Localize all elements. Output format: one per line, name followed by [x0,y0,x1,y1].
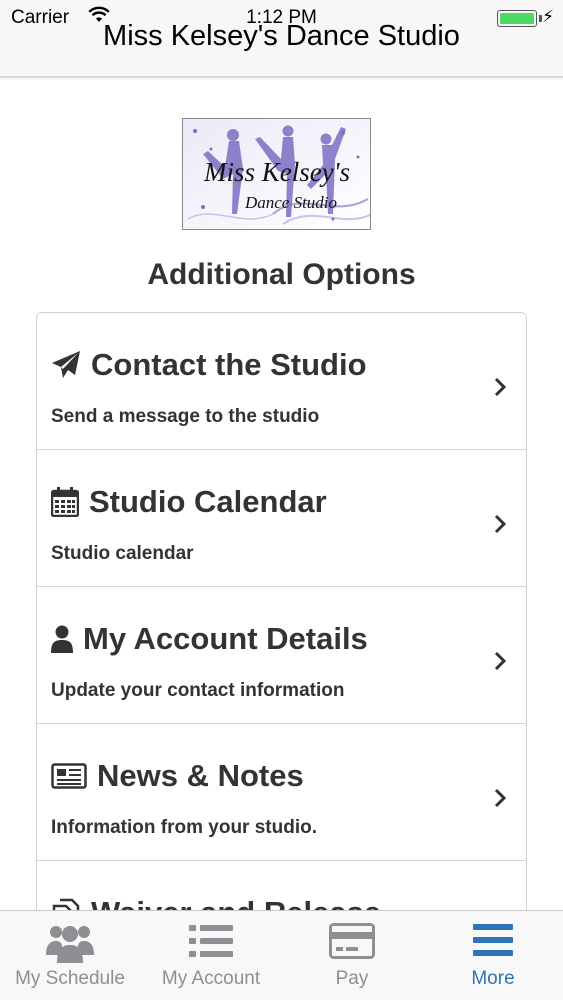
newspaper-icon [51,763,87,789]
section-heading: Additional Options [147,258,416,291]
main-content[interactable]: Miss Kelsey's Dance Studio Additional Op… [0,80,563,910]
option-title-text: Waiver and Release [91,895,381,910]
option-news-notes[interactable]: News & Notes Information from your studi… [37,724,526,861]
credit-card-icon [329,923,375,964]
option-description: Studio calendar [51,543,194,564]
option-studio-calendar[interactable]: Studio Calendar Studio calendar [37,450,526,587]
tab-label: More [471,968,515,989]
menu-icon [473,923,513,962]
logo-line2: Dance Studio [244,193,337,212]
tab-label: Pay [335,968,369,989]
option-title-text: Contact the Studio [91,347,367,382]
calendar-icon [51,487,79,517]
tab-bar: My Schedule My Account Pay More [0,910,563,1000]
chevron-right-icon [494,377,507,402]
option-title: Contact the Studio [51,347,367,383]
page-title: Miss Kelsey's Dance Studio [103,20,460,52]
option-title-text: My Account Details [83,621,368,656]
option-contact-studio[interactable]: Contact the Studio Send a message to the… [37,313,526,450]
users-icon [46,923,94,968]
tab-my-schedule[interactable]: My Schedule [0,911,140,1000]
list-icon [189,923,233,964]
chevron-right-icon [494,514,507,539]
option-waiver-release[interactable]: Waiver and Release [37,861,526,910]
option-title: Waiver and Release [51,895,381,910]
chevron-right-icon [494,788,507,813]
tab-my-account[interactable]: My Account [141,911,281,1000]
option-title: Studio Calendar [51,484,327,520]
chevron-right-icon [494,651,507,676]
tab-label: My Account [161,968,261,989]
option-title: News & Notes [51,758,304,794]
paper-plane-icon [51,350,81,380]
tab-more[interactable]: More [423,911,563,1000]
logo-line1: Miss Kelsey's [203,157,350,187]
options-list: Contact the Studio Send a message to the… [36,312,527,910]
option-title-text: News & Notes [97,758,304,793]
option-account-details[interactable]: My Account Details Update your contact i… [37,587,526,724]
option-title-text: Studio Calendar [89,484,327,519]
option-description: Information from your studio. [51,817,317,838]
tab-pay[interactable]: Pay [282,911,422,1000]
files-icon [51,898,81,910]
user-icon [51,625,73,653]
option-title: My Account Details [51,621,368,657]
option-description: Send a message to the studio [51,406,320,427]
option-description: Update your contact information [51,680,345,701]
app-header: Carrier 1:12 PM ⚡ Miss Kelsey's Dance St… [0,0,563,78]
tab-label: My Schedule [15,968,125,989]
studio-logo: Miss Kelsey's Dance Studio [182,118,371,230]
